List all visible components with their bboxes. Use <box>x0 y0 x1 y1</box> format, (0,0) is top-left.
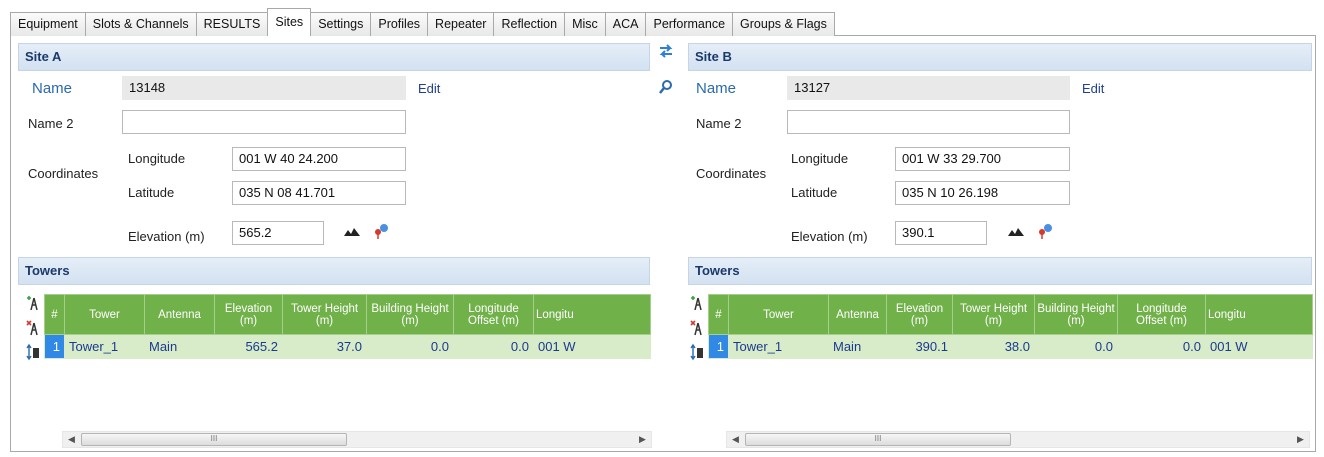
search-icon[interactable] <box>658 79 674 95</box>
tab-profiles[interactable]: Profiles <box>370 12 429 36</box>
site-b-name2-input[interactable] <box>787 110 1070 134</box>
scroll-thumb[interactable]: III <box>745 433 1011 446</box>
site-b-hscrollbar[interactable]: ◀ III ▶ <box>726 431 1310 448</box>
tab-reflection[interactable]: Reflection <box>493 12 566 36</box>
delete-tower-icon[interactable] <box>26 319 40 337</box>
col-header-longitude[interactable]: Longitu <box>533 294 651 335</box>
tab-repeater[interactable]: Repeater <box>427 12 495 36</box>
longitude-label: Longitude <box>791 151 849 166</box>
elevation-cell[interactable]: 565.2 <box>214 334 283 359</box>
row-index-cell[interactable]: 1 <box>708 334 729 359</box>
table-row[interactable]: 1 Tower_1 Main 565.2 37.0 0.0 0.0 001 W <box>44 334 651 359</box>
map-pin-icon[interactable] <box>374 223 390 239</box>
coordinates-label: Coordinates <box>696 166 767 181</box>
longitude-cell[interactable]: 001 W <box>1205 334 1313 359</box>
add-tower-icon[interactable] <box>26 294 40 312</box>
site-a-longitude-input[interactable]: 001 W 40 24.200 <box>232 147 406 171</box>
scroll-left-arrow[interactable]: ◀ <box>727 432 744 447</box>
site-a-hscrollbar[interactable]: ◀ III ▶ <box>62 431 652 448</box>
name-label: Name <box>32 80 73 97</box>
site-b-longitude-input[interactable]: 001 W 33 29.700 <box>895 147 1070 171</box>
map-pin-icon[interactable] <box>1038 223 1054 239</box>
tab-sites[interactable]: Sites <box>267 8 312 36</box>
antenna-cell[interactable]: Main <box>144 334 215 359</box>
site-a-latitude-input[interactable]: 035 N 08 41.701 <box>232 181 406 205</box>
col-header-tower[interactable]: Tower <box>728 294 829 335</box>
col-header-tower-height[interactable]: Tower Height (m) <box>952 294 1035 335</box>
longitude-offset-cell[interactable]: 0.0 <box>453 334 534 359</box>
elevation-cell[interactable]: 390.1 <box>886 334 953 359</box>
swap-sites-icon[interactable] <box>658 43 674 59</box>
site-b-name-field: 13127 <box>787 76 1070 100</box>
building-height-cell[interactable]: 0.0 <box>1034 334 1118 359</box>
name2-label: Name 2 <box>28 116 74 131</box>
tab-settings[interactable]: Settings <box>310 12 372 36</box>
latitude-label: Latitude <box>791 185 838 200</box>
tab-results[interactable]: RESULTS <box>195 12 269 36</box>
terrain-profile-icon[interactable] <box>344 227 360 237</box>
scroll-left-arrow[interactable]: ◀ <box>63 432 80 447</box>
site-b-latitude-input[interactable]: 035 N 10 26.198 <box>895 181 1070 205</box>
tab-aca[interactable]: ACA <box>604 12 647 36</box>
longitude-label: Longitude <box>128 151 186 166</box>
site-b-towers-grid: # Tower Antenna Elevation (m) Tower Heig… <box>708 294 1313 359</box>
col-header-antenna[interactable]: Antenna <box>144 294 215 335</box>
grid-header-row: # Tower Antenna Elevation (m) Tower Heig… <box>44 294 651 335</box>
tower-height-cell[interactable]: 38.0 <box>952 334 1035 359</box>
col-header-building-height[interactable]: Building Height (m) <box>1034 294 1118 335</box>
coordinates-label: Coordinates <box>28 166 99 181</box>
site-b-edit-link[interactable]: Edit <box>1082 81 1104 96</box>
tab-equipment[interactable]: Equipment <box>10 12 86 36</box>
site-a-name-field: 13148 <box>122 76 406 100</box>
move-tower-icon[interactable] <box>26 343 40 361</box>
col-header-index[interactable]: # <box>708 294 729 335</box>
site-a-towers-grid: # Tower Antenna Elevation (m) Tower Heig… <box>44 294 651 359</box>
col-header-longitude-offset[interactable]: Longitude Offset (m) <box>1117 294 1206 335</box>
site-b-elevation-input[interactable]: 390.1 <box>895 221 987 245</box>
name2-label: Name 2 <box>696 116 742 131</box>
tab-slots-channels[interactable]: Slots & Channels <box>84 12 197 36</box>
elevation-label: Elevation (m) <box>791 229 868 244</box>
move-tower-icon[interactable] <box>690 343 704 361</box>
antenna-cell[interactable]: Main <box>828 334 887 359</box>
col-header-antenna[interactable]: Antenna <box>828 294 887 335</box>
site-b-towers-header: Towers <box>688 257 1312 285</box>
latitude-label: Latitude <box>128 185 175 200</box>
col-header-elevation[interactable]: Elevation (m) <box>214 294 283 335</box>
tab-strip: Equipment Slots & Channels RESULTS Sites… <box>10 8 835 36</box>
grid-header-row: # Tower Antenna Elevation (m) Tower Heig… <box>708 294 1313 335</box>
longitude-offset-cell[interactable]: 0.0 <box>1117 334 1206 359</box>
col-header-tower-height[interactable]: Tower Height (m) <box>282 294 367 335</box>
col-header-tower[interactable]: Tower <box>64 294 145 335</box>
site-b-header: Site B <box>688 43 1312 71</box>
col-header-index[interactable]: # <box>44 294 65 335</box>
scroll-right-arrow[interactable]: ▶ <box>1292 432 1309 447</box>
col-header-longitude[interactable]: Longitu <box>1205 294 1313 335</box>
building-height-cell[interactable]: 0.0 <box>366 334 454 359</box>
terrain-profile-icon[interactable] <box>1008 227 1024 237</box>
longitude-cell[interactable]: 001 W <box>533 334 651 359</box>
site-a-elevation-input[interactable]: 565.2 <box>232 221 324 245</box>
col-header-elevation[interactable]: Elevation (m) <box>886 294 953 335</box>
tab-performance[interactable]: Performance <box>645 12 734 36</box>
row-index-cell[interactable]: 1 <box>44 334 65 359</box>
col-header-longitude-offset[interactable]: Longitude Offset (m) <box>453 294 534 335</box>
scroll-right-arrow[interactable]: ▶ <box>634 432 651 447</box>
table-row[interactable]: 1 Tower_1 Main 390.1 38.0 0.0 0.0 001 W <box>708 334 1313 359</box>
tower-cell[interactable]: Tower_1 <box>64 334 145 359</box>
site-a-name2-input[interactable] <box>122 110 406 134</box>
site-a-towers-header: Towers <box>18 257 650 285</box>
col-header-building-height[interactable]: Building Height (m) <box>366 294 454 335</box>
tab-misc[interactable]: Misc <box>564 12 606 36</box>
scroll-thumb[interactable]: III <box>81 433 347 446</box>
site-a-edit-link[interactable]: Edit <box>418 81 440 96</box>
tab-groups-flags[interactable]: Groups & Flags <box>732 12 835 36</box>
tower-cell[interactable]: Tower_1 <box>728 334 829 359</box>
add-tower-icon[interactable] <box>690 294 704 312</box>
elevation-label: Elevation (m) <box>128 229 205 244</box>
site-a-header: Site A <box>18 43 650 71</box>
tower-height-cell[interactable]: 37.0 <box>282 334 367 359</box>
delete-tower-icon[interactable] <box>690 319 704 337</box>
name-label: Name <box>696 80 737 97</box>
